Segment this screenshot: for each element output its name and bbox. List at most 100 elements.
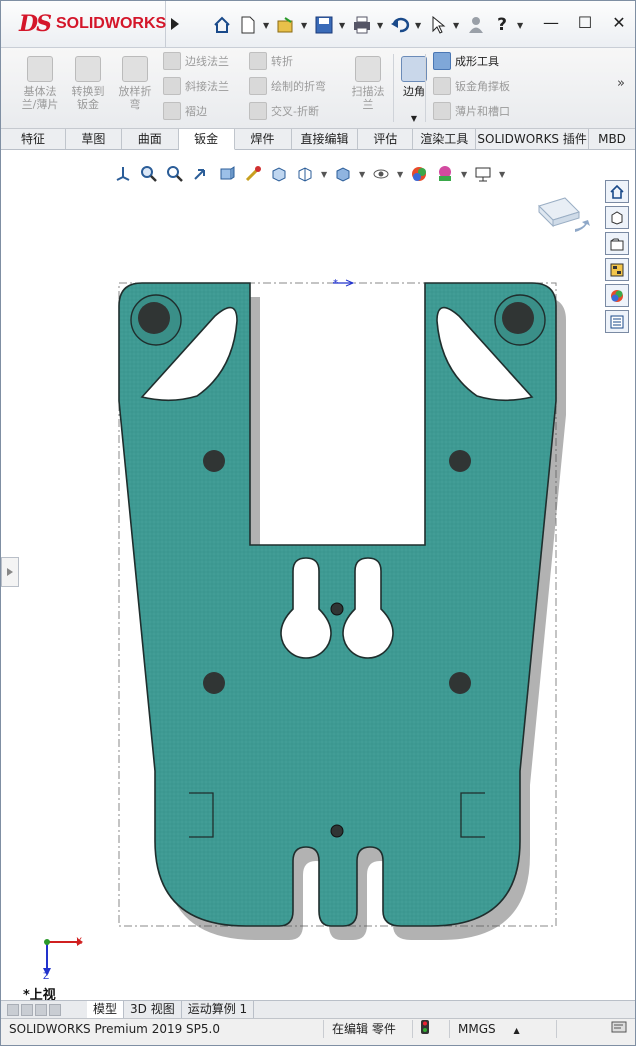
close-icon[interactable]: ✕ [611, 13, 627, 32]
display-style-dropdown-icon[interactable]: ▼ [321, 170, 327, 179]
edit-appearance-icon[interactable] [409, 164, 429, 184]
tab-surfaces[interactable]: 曲面 [122, 129, 179, 149]
hem-label: 褶边 [185, 105, 207, 118]
maximize-icon[interactable]: ☐ [577, 13, 593, 32]
tab-weldments[interactable]: 焊件 [235, 129, 292, 149]
open-icon[interactable] [275, 14, 297, 36]
tab-render-tools[interactable]: 渲染工具 [413, 129, 477, 149]
view-type-icon[interactable] [333, 164, 353, 184]
swept-flange-button[interactable]: 扫描法 兰 [345, 56, 391, 111]
rebuild-indicator-icon[interactable] [413, 1020, 450, 1038]
ribbon-more-icon[interactable]: » [617, 76, 625, 91]
hide-show-dropdown-icon[interactable]: ▼ [397, 170, 403, 179]
right-boss-hole [502, 302, 534, 334]
zoom-to-fit-icon[interactable] [139, 164, 159, 184]
view-palette-icon[interactable] [605, 258, 629, 281]
print-dropdown-icon[interactable]: ▼ [377, 21, 385, 30]
cross-break-label: 交叉-折断 [271, 105, 319, 118]
cross-break-button[interactable]: 交叉-折断 [249, 100, 319, 122]
tab-evaluate[interactable]: 评估 [358, 129, 414, 149]
x-axis-label: X [76, 937, 83, 947]
custom-properties-icon[interactable] [605, 310, 629, 333]
convert-to-sheet-metal-button[interactable]: 转换到 钣金 [65, 56, 111, 111]
view-settings-icon[interactable] [473, 164, 493, 184]
z-axis-label: Z [43, 972, 50, 982]
last-tab-icon[interactable] [49, 1004, 61, 1016]
home-icon[interactable] [211, 14, 233, 36]
jog-button[interactable]: 转折 [249, 50, 293, 72]
tab-3d-views[interactable]: 3D 视图 [124, 1001, 182, 1018]
orientation-triad-cube-icon[interactable] [535, 194, 593, 244]
dynamic-annotation-icon[interactable] [243, 164, 263, 184]
help-dropdown-icon[interactable]: ▼ [517, 21, 525, 30]
file-explorer-icon[interactable] [605, 232, 629, 255]
lofted-bend-button[interactable]: 放样折 弯 [112, 56, 158, 111]
apply-scene-dropdown-icon[interactable]: ▼ [461, 170, 467, 179]
select-icon[interactable] [427, 14, 449, 36]
view-settings-dropdown-icon[interactable]: ▼ [499, 170, 505, 179]
edge-flange-button[interactable]: 边线法兰 [163, 50, 229, 72]
command-manager: 基体法 兰/薄片 转换到 钣金 放样折 弯 边线法兰 斜接法兰 褶边 转折 绘制… [1, 48, 635, 129]
hem-button[interactable]: 褶边 [163, 100, 207, 122]
tab-features[interactable]: 特征 [1, 129, 66, 149]
miter-flange-icon [163, 77, 181, 95]
base-flange-button[interactable]: 基体法 兰/薄片 [17, 56, 63, 111]
new-dropdown-icon[interactable]: ▼ [263, 21, 271, 30]
undo-icon[interactable] [389, 14, 411, 36]
tab-and-slot-button[interactable]: 薄片和槽口 [433, 100, 510, 122]
lofted-bend-icon [122, 56, 148, 82]
first-tab-icon[interactable] [7, 1004, 19, 1016]
sheet-metal-gusset-button[interactable]: 钣金角撑板 [433, 75, 510, 97]
forming-tool-button[interactable]: 成形工具 [433, 50, 499, 72]
view-orientation-icon[interactable] [113, 164, 133, 184]
undo-dropdown-icon[interactable]: ▼ [415, 21, 423, 30]
sketched-bend-button[interactable]: 绘制的折弯 [249, 75, 326, 97]
corners-button[interactable]: 边角 ▼ [391, 56, 437, 125]
print-icon[interactable] [351, 14, 373, 36]
tab-direct-editing[interactable]: 直接编辑 [292, 129, 359, 149]
minimize-icon[interactable]: — [543, 13, 559, 32]
appearances-scenes-icon[interactable] [605, 284, 629, 307]
tab-model[interactable]: 模型 [87, 1001, 125, 1018]
tab-sketch[interactable]: 草图 [66, 129, 122, 149]
section-view-icon[interactable] [217, 164, 237, 184]
collapse-arrow-icon [7, 568, 13, 576]
convert-label: 转换到 钣金 [71, 85, 105, 111]
sheet-metal-part[interactable]: * [101, 270, 571, 960]
help-icon[interactable]: ? [491, 14, 513, 36]
display-style-icon[interactable] [295, 164, 315, 184]
miter-flange-button[interactable]: 斜接法兰 [163, 75, 229, 97]
tab-motion-study[interactable]: 运动算例 1 [182, 1001, 255, 1018]
graphics-area[interactable]: ▼ ▼ ▼ ▼ ▼ * X Z *上视 [1, 150, 635, 1003]
menu-expand-button[interactable] [165, 9, 185, 39]
zoom-to-area-icon[interactable] [165, 164, 185, 184]
logo-wordmark: SOLIDWORKS [55, 15, 167, 32]
tab-sheet-metal[interactable]: 钣金 [178, 129, 235, 150]
feature-manager-toggle[interactable] [1, 557, 19, 587]
save-icon[interactable] [313, 14, 335, 36]
hide-show-items-icon[interactable] [371, 164, 391, 184]
logo-area[interactable]: DS SOLIDWORKS [1, 1, 166, 47]
previous-view-icon[interactable] [191, 164, 211, 184]
hole-upper-right [449, 450, 471, 472]
view-orientation-cube-icon[interactable] [269, 164, 289, 184]
design-library-icon[interactable] [605, 206, 629, 229]
open-dropdown-icon[interactable]: ▼ [301, 21, 309, 30]
select-dropdown-icon[interactable]: ▼ [453, 21, 461, 30]
apply-scene-icon[interactable] [435, 164, 455, 184]
tab-mbd[interactable]: MBD [589, 129, 635, 149]
solidworks-resources-icon[interactable] [605, 180, 629, 203]
user-icon[interactable] [465, 14, 487, 36]
forming-tool-label: 成形工具 [455, 55, 499, 68]
prev-tab-icon[interactable] [21, 1004, 33, 1016]
next-tab-icon[interactable] [35, 1004, 47, 1016]
tab-solidworks-addins[interactable]: SOLIDWORKS 插件 [476, 129, 590, 149]
view-type-dropdown-icon[interactable]: ▼ [359, 170, 365, 179]
save-dropdown-icon[interactable]: ▼ [339, 21, 347, 30]
gusset-label: 钣金角撑板 [455, 80, 510, 93]
hole-center-lower [330, 824, 344, 838]
status-notification-icon[interactable] [603, 1020, 635, 1038]
new-document-icon[interactable] [237, 14, 259, 36]
units-selector[interactable]: MMGS ▲ [450, 1020, 557, 1038]
corners-dropdown-icon[interactable]: ▼ [391, 112, 437, 125]
